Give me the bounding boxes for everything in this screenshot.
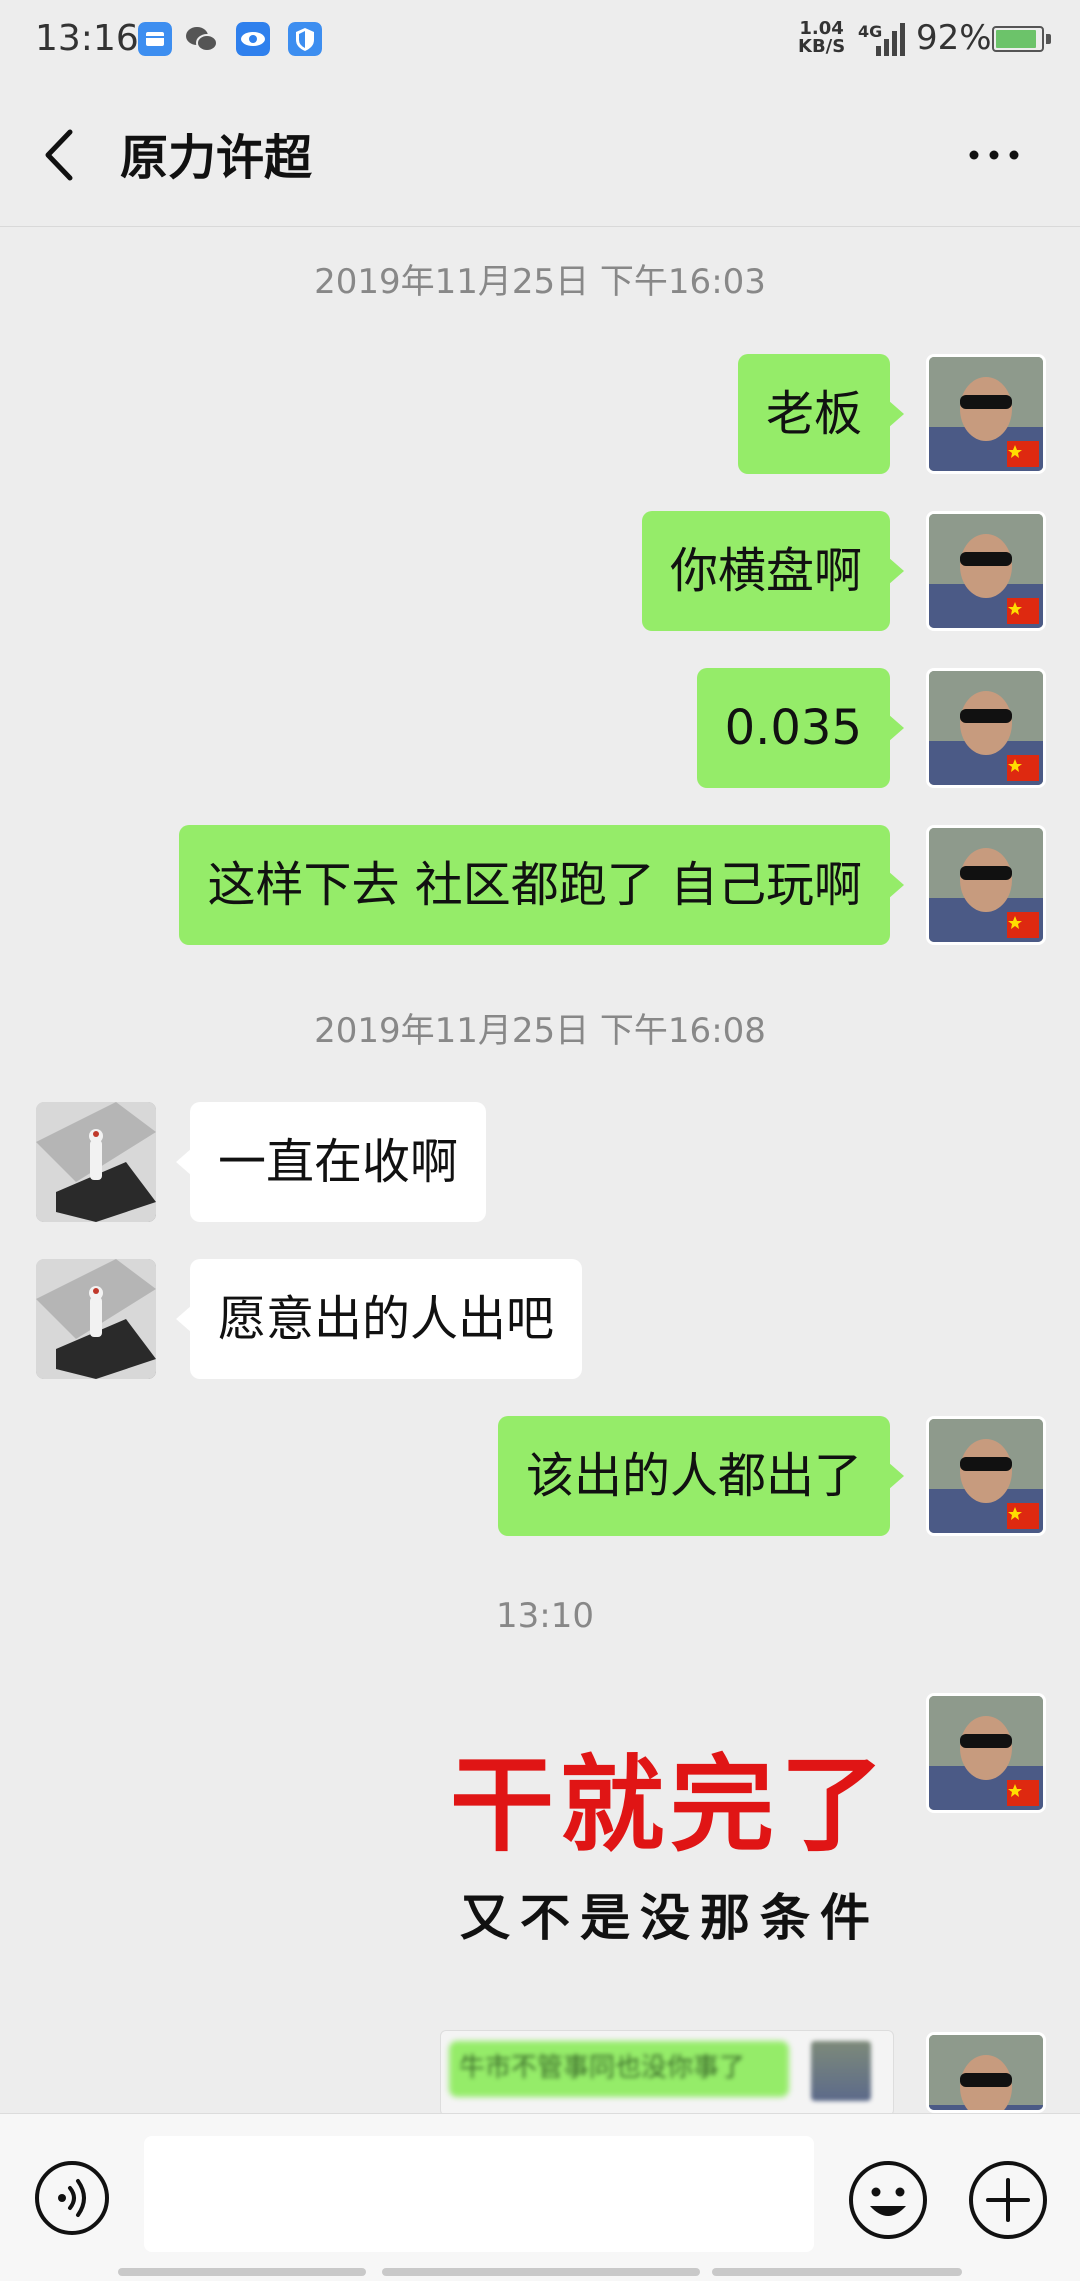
signal-icon	[876, 23, 905, 56]
avatar-self[interactable]	[926, 1416, 1046, 1536]
sticker-message[interactable]: 干就完了 又不是没那条件	[440, 1700, 900, 1960]
avatar-self[interactable]	[926, 354, 1046, 474]
avatar-self[interactable]	[926, 2032, 1046, 2113]
network-speed-unit: KB/S	[798, 36, 846, 57]
gallery-app-icon	[138, 22, 172, 56]
avatar-self[interactable]	[926, 825, 1046, 945]
avatar-contact[interactable]	[36, 1259, 156, 1379]
message-timestamp: 13:10	[496, 1596, 594, 1636]
avatar-contact-image	[36, 1259, 156, 1379]
nav-strip	[382, 2268, 700, 2276]
avatar-self-image	[929, 514, 1043, 628]
nav-strip	[712, 2268, 962, 2276]
avatar-self-image	[929, 357, 1043, 471]
back-arrow-icon[interactable]	[36, 120, 80, 190]
message-timestamp: 2019年11月25日 下午16:08	[314, 1011, 766, 1051]
battery-level-fill	[996, 30, 1036, 48]
avatar-self-image	[929, 1696, 1043, 1810]
message-timestamp: 2019年11月25日 下午16:03	[314, 262, 766, 302]
avatar-self[interactable]	[926, 668, 1046, 788]
image-message-avatar	[811, 2041, 871, 2101]
avatar-self-image	[929, 671, 1043, 785]
avatar-self[interactable]	[926, 511, 1046, 631]
image-message-text: 牛市不管事同也没你事了	[459, 2053, 746, 2083]
shield-app-icon	[288, 22, 322, 56]
message-bubble-sent[interactable]: 0.035	[696, 668, 905, 788]
emoji-icon[interactable]	[848, 2160, 928, 2240]
network-speed: 1.04 KB/S	[798, 20, 845, 56]
input-bar	[0, 2113, 1080, 2281]
wechat-icon	[186, 27, 218, 52]
avatar-self-image	[929, 1419, 1043, 1533]
chat-header: 原力许超	[0, 80, 1080, 227]
eye-app-icon	[236, 22, 270, 56]
battery-icon	[992, 26, 1044, 52]
voice-input-icon[interactable]	[34, 2160, 110, 2236]
message-bubble-sent[interactable]: 该出的人都出了	[497, 1416, 905, 1536]
avatar-self-image	[929, 828, 1043, 942]
sticker-text-main: 干就完了	[449, 1743, 890, 1866]
message-bubble-received[interactable]: 愿意出的人出吧	[175, 1259, 583, 1379]
battery-percent: 92%	[916, 18, 992, 58]
plus-icon[interactable]	[968, 2160, 1048, 2240]
message-bubble-sent[interactable]: 这样下去 社区都跑了 自己玩啊	[179, 825, 904, 945]
message-bubble-received[interactable]: 一直在收啊	[175, 1102, 487, 1222]
chat-title: 原力许超	[120, 130, 313, 186]
message-bubble-sent[interactable]: 你横盘啊	[641, 511, 905, 631]
message-bubble-sent[interactable]: 老板	[737, 354, 905, 474]
message-input[interactable]	[144, 2136, 814, 2252]
battery-cap	[1046, 34, 1051, 44]
avatar-contact[interactable]	[36, 1102, 156, 1222]
avatar-self[interactable]	[926, 1693, 1046, 1813]
sticker-text-sub: 又不是没那条件	[460, 1888, 880, 1947]
image-message[interactable]: 牛市不管事同也没你事了	[440, 2030, 894, 2116]
more-options-icon[interactable]	[964, 140, 1024, 170]
avatar-self-image	[929, 2035, 1043, 2110]
status-time: 13:16	[35, 18, 139, 59]
avatar-contact-image	[36, 1102, 156, 1222]
status-bar: 13:16 1.04 KB/S 4G 92%	[0, 0, 1080, 80]
nav-strip	[118, 2268, 366, 2276]
